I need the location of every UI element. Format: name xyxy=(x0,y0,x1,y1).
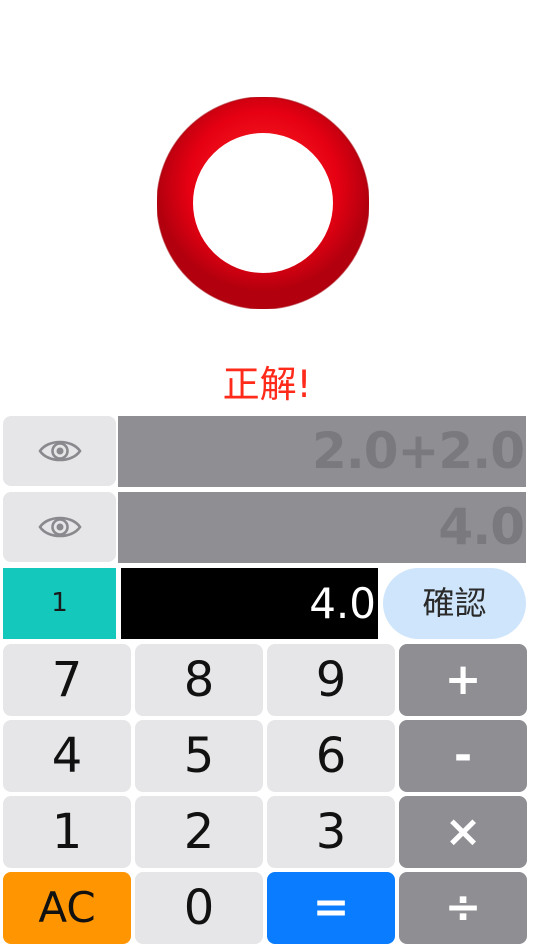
expression-display: 2.0+2.0 xyxy=(118,416,526,487)
key-8[interactable]: 8 xyxy=(135,644,263,716)
eye-icon xyxy=(37,440,82,462)
key-9[interactable]: 9 xyxy=(267,644,395,716)
key-3[interactable]: 3 xyxy=(267,796,395,868)
question-number-badge: 1 xyxy=(3,568,116,639)
result-message: 正解! xyxy=(222,363,312,406)
key-equals[interactable]: = xyxy=(267,872,395,944)
key-all-clear[interactable]: AC xyxy=(3,872,131,944)
key-6[interactable]: 6 xyxy=(267,720,395,792)
show-result-button[interactable] xyxy=(3,492,116,562)
result-display: 4.0 xyxy=(118,492,526,563)
key-multiply[interactable]: × xyxy=(399,796,527,868)
key-2[interactable]: 2 xyxy=(135,796,263,868)
correct-circle-icon xyxy=(157,97,369,309)
confirm-button[interactable]: 確認 xyxy=(383,568,526,639)
key-minus[interactable]: - xyxy=(399,720,527,792)
eye-icon xyxy=(37,516,82,538)
key-4[interactable]: 4 xyxy=(3,720,131,792)
key-divide[interactable]: ÷ xyxy=(399,872,527,944)
key-plus[interactable]: + xyxy=(399,644,527,716)
key-7[interactable]: 7 xyxy=(3,644,131,716)
key-5[interactable]: 5 xyxy=(135,720,263,792)
answer-input[interactable]: 4.0 xyxy=(121,568,378,639)
show-expression-button[interactable] xyxy=(3,416,116,486)
key-1[interactable]: 1 xyxy=(3,796,131,868)
key-0[interactable]: 0 xyxy=(135,872,263,944)
